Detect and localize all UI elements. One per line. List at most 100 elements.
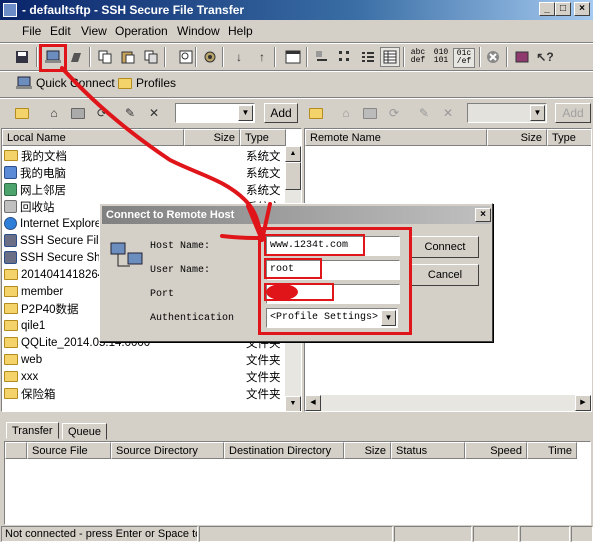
context-help-icon[interactable]: ↖?	[535, 47, 555, 67]
tab-queue[interactable]: Queue	[62, 423, 108, 440]
speed-header[interactable]: Speed	[465, 442, 527, 459]
profiles-shortcut[interactable]: Profiles	[118, 76, 176, 90]
local-file-type: 文件夹	[246, 354, 281, 367]
menu-file[interactable]: File	[22, 24, 41, 38]
disconnect-icon[interactable]	[66, 47, 86, 67]
find-icon[interactable]	[176, 47, 196, 67]
list-view-icon[interactable]	[358, 47, 378, 67]
local-file-name: 网上邻居	[4, 182, 66, 198]
folder-icon	[4, 320, 18, 331]
port-label: Port	[150, 289, 175, 300]
local-file-name: SSH Secure Shell	[4, 251, 112, 264]
app-icon[interactable]	[3, 3, 17, 17]
profiles-folder-icon	[118, 77, 132, 89]
remote-up-folder-icon[interactable]	[306, 103, 326, 123]
cancel-button[interactable]: Cancel	[411, 264, 479, 286]
settings-icon[interactable]	[200, 47, 220, 67]
remote-type-header[interactable]: Type	[547, 129, 591, 146]
menu-window[interactable]: Window	[177, 24, 220, 38]
remote-new-folder-icon[interactable]	[360, 103, 380, 123]
scroll-left-icon[interactable]: ◀	[305, 395, 321, 411]
scroll-right-icon[interactable]: ▶	[575, 395, 591, 411]
binary-mode-button[interactable]: 010 101	[430, 49, 452, 65]
details-view-icon[interactable]	[380, 47, 400, 67]
local-delete-icon[interactable]: ✕	[144, 103, 164, 123]
remote-delete-icon[interactable]: ✕	[438, 103, 458, 123]
toolbar-separator	[479, 47, 481, 67]
local-add-button[interactable]: Add	[264, 103, 298, 123]
window-icon[interactable]	[283, 47, 303, 67]
stop-icon[interactable]	[483, 47, 503, 67]
close-button[interactable]: ×	[574, 2, 590, 16]
upload-arrow-icon[interactable]: ↑	[252, 47, 272, 67]
local-home-icon[interactable]: ⌂	[44, 103, 64, 123]
paste-icon[interactable]	[118, 47, 138, 67]
save-icon[interactable]	[12, 47, 32, 67]
small-icons-icon[interactable]	[335, 47, 355, 67]
computer-icon	[4, 166, 17, 179]
annotation-box-quick-connect	[39, 44, 67, 72]
toolbar-separator-line	[0, 70, 593, 72]
remote-size-header[interactable]: Size	[487, 129, 547, 146]
local-file-row[interactable]: 保险箱 文件夹	[2, 385, 301, 402]
delete-icon[interactable]	[141, 47, 161, 67]
destination-directory-header[interactable]: Destination Directory	[224, 442, 344, 459]
remote-hscrollbar[interactable]: ◀ ▶	[305, 395, 591, 411]
local-file-row[interactable]: xxx 文件夹	[2, 368, 301, 385]
transfer-list[interactable]: Source File Source Directory Destination…	[4, 441, 591, 525]
status-cell-3	[394, 526, 472, 542]
local-file-name: 回收站	[4, 199, 55, 215]
connect-button[interactable]: Connect	[411, 236, 479, 258]
local-size-header[interactable]: Size	[184, 129, 240, 146]
local-edit-icon[interactable]: ✎	[120, 103, 140, 123]
time-header[interactable]: Time	[527, 442, 577, 459]
local-name-header[interactable]: Local Name	[2, 129, 184, 146]
help-book-icon[interactable]	[512, 47, 532, 67]
menu-separator	[0, 42, 593, 44]
chevron-down-icon[interactable]: ▼	[238, 105, 253, 121]
local-file-name: 保险箱	[4, 386, 56, 402]
tab-transfer[interactable]: Transfer	[6, 422, 59, 439]
scroll-thumb[interactable]	[285, 162, 301, 190]
local-file-row[interactable]: 网上邻居 系统文	[2, 181, 301, 198]
remote-name-header[interactable]: Remote Name	[305, 129, 487, 146]
status-header[interactable]: Status	[391, 442, 465, 459]
scroll-down-icon[interactable]: ▼	[285, 396, 301, 411]
minimize-button[interactable]: _	[539, 2, 555, 16]
source-file-header[interactable]: Source File	[27, 442, 111, 459]
folder-icon	[4, 371, 18, 382]
menu-help[interactable]: Help	[228, 24, 253, 38]
local-new-folder-icon[interactable]	[68, 103, 88, 123]
menu-view[interactable]: View	[81, 24, 107, 38]
local-file-row[interactable]: web 文件夹	[2, 351, 301, 368]
scroll-up-icon[interactable]: ▲	[285, 146, 301, 162]
local-file-name-text: qile1	[21, 319, 46, 332]
remote-refresh-icon[interactable]: ⟳	[384, 103, 404, 123]
maximize-button[interactable]: □	[555, 2, 571, 16]
ascii-mode-button[interactable]: abc def	[407, 49, 429, 65]
local-refresh-icon[interactable]: ⟳	[92, 103, 112, 123]
size-header[interactable]: Size	[344, 442, 391, 459]
remote-path-combo[interactable]: ▼	[467, 103, 547, 123]
local-path-combo[interactable]: ▼	[175, 103, 255, 123]
local-file-type: 文件夹	[246, 388, 281, 401]
quick-connect-shortcut[interactable]: Quick Connect	[16, 76, 115, 90]
local-file-row[interactable]: 我的电脑 系统文	[2, 164, 301, 181]
download-arrow-icon[interactable]: ↓	[229, 47, 249, 67]
local-file-name-text: xxx	[21, 370, 39, 383]
menu-edit[interactable]: Edit	[50, 24, 71, 38]
local-type-header[interactable]: Type	[240, 129, 286, 146]
transfer-direction-header[interactable]	[5, 442, 27, 459]
menu-operation[interactable]: Operation	[115, 24, 168, 38]
source-directory-header[interactable]: Source Directory	[111, 442, 224, 459]
auto-mode-button[interactable]: 01c /ef	[453, 48, 475, 68]
copy-icon[interactable]	[95, 47, 115, 67]
local-up-folder-icon[interactable]	[12, 103, 32, 123]
local-file-row[interactable]: 我的文档 系统文	[2, 147, 301, 164]
remote-add-button[interactable]: Add	[555, 103, 591, 123]
remote-edit-icon[interactable]: ✎	[414, 103, 434, 123]
remote-home-icon[interactable]: ⌂	[336, 103, 356, 123]
large-icons-icon[interactable]	[312, 47, 332, 67]
dialog-close-icon[interactable]: ×	[475, 208, 491, 222]
chevron-down-icon[interactable]: ▼	[530, 105, 545, 121]
